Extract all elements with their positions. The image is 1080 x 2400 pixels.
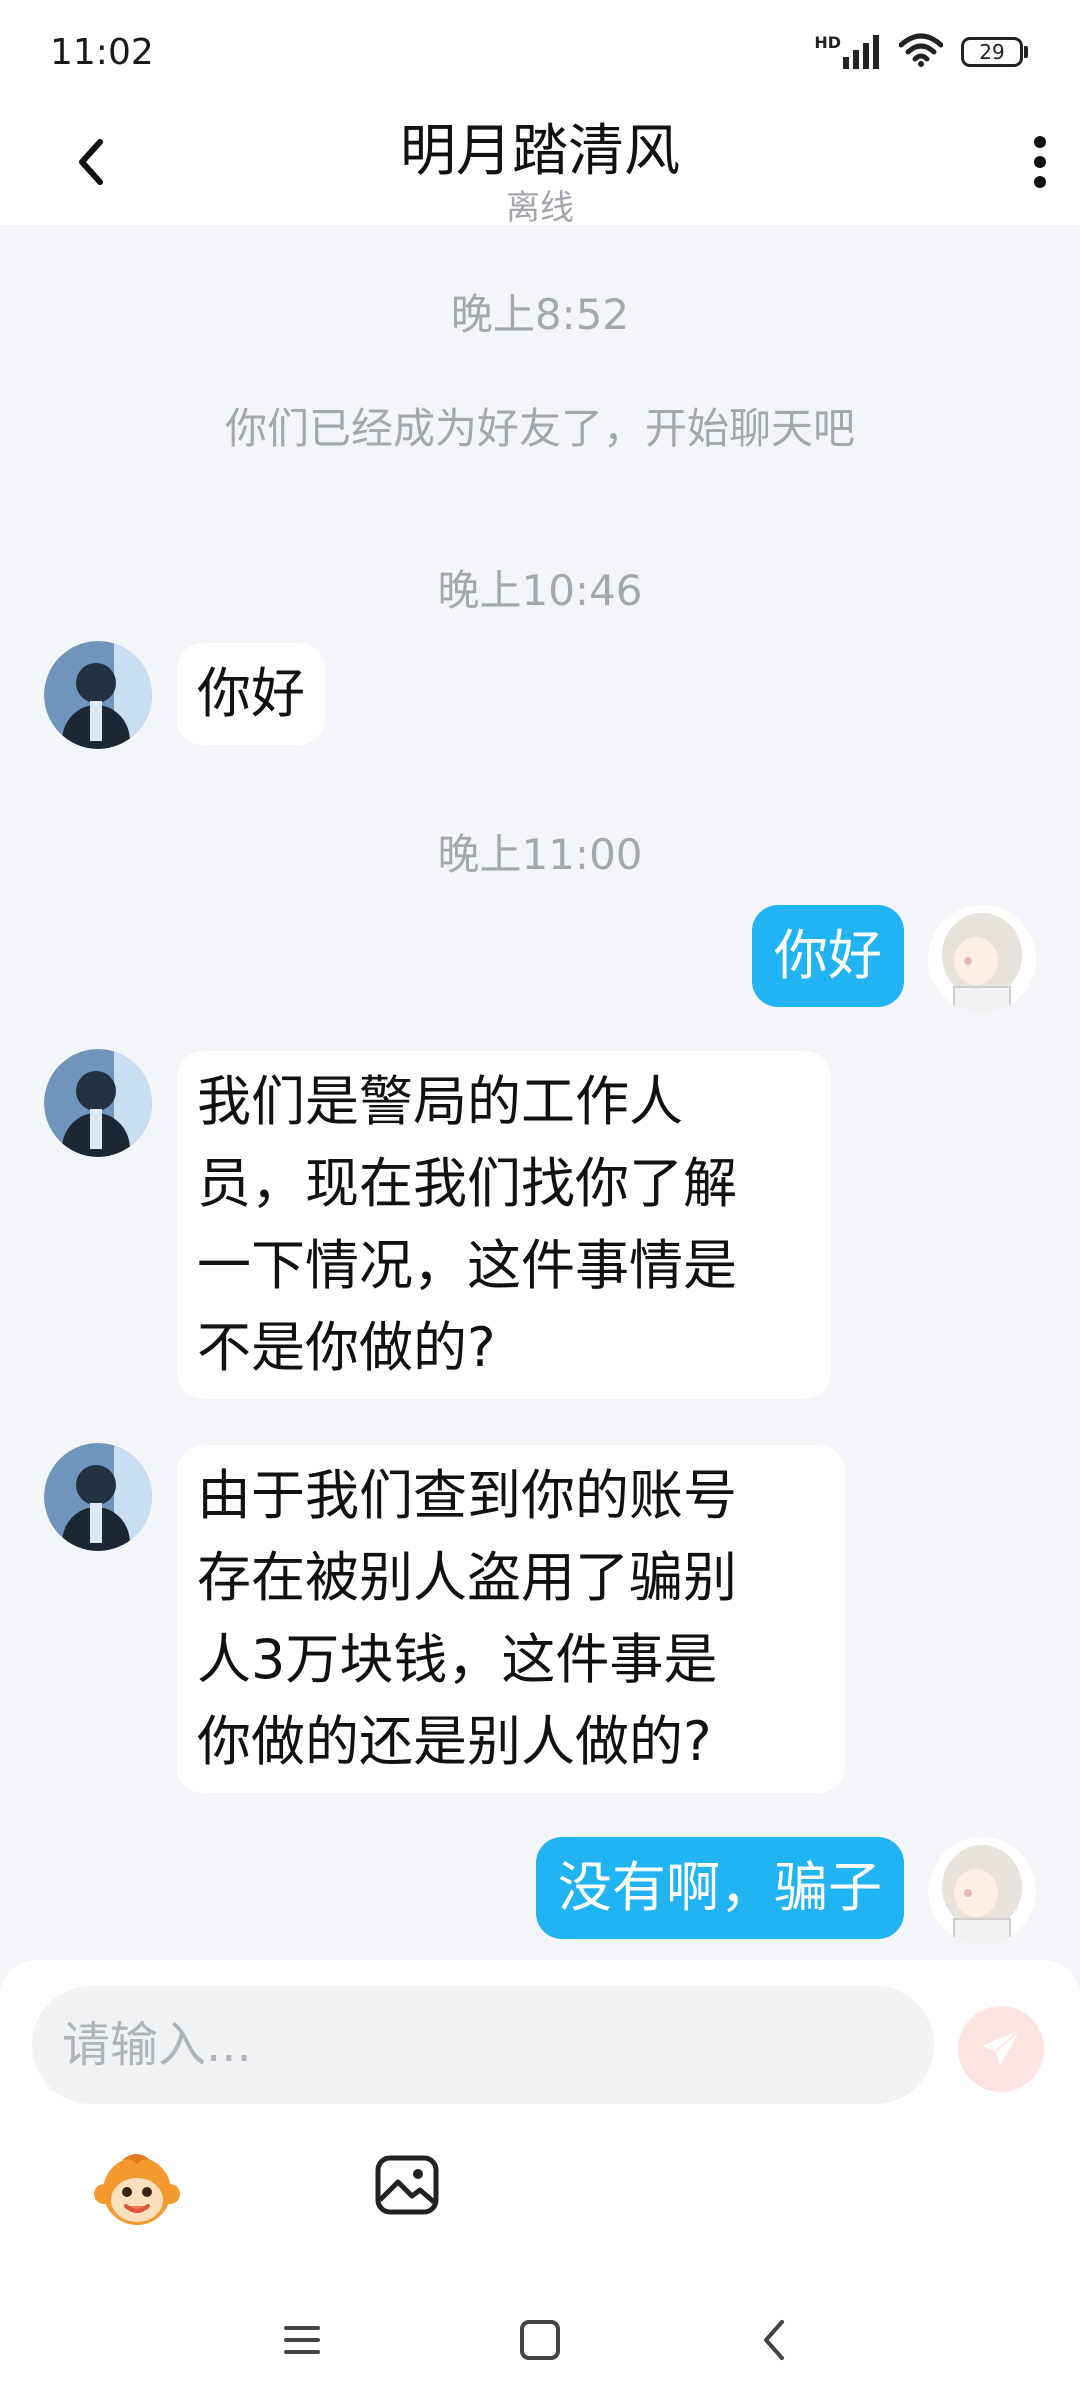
more-button[interactable] xyxy=(1000,122,1080,202)
contact-status: 离线 xyxy=(506,188,574,228)
message-bubble-incoming[interactable]: 你好 xyxy=(177,643,325,745)
nav-home-button[interactable] xyxy=(510,2310,570,2370)
timestamp: 晚上10:46 xyxy=(437,566,643,615)
message-line: 人3万块钱，这件事是 xyxy=(197,1628,718,1691)
message-bubble-incoming[interactable]: 由于我们查到你的账号 存在被别人盗用了骗别 人3万块钱，这件事是 你做的还是别人… xyxy=(177,1445,845,1793)
message-line: 员，现在我们找你了解 xyxy=(197,1152,737,1215)
contact-name: 明月踏清风 xyxy=(400,119,680,184)
more-vertical-icon xyxy=(1034,136,1046,188)
signal-icon: HD xyxy=(814,35,881,69)
status-icons: HD 29 xyxy=(814,30,1028,74)
emoji-monkey-icon xyxy=(94,2154,180,2225)
battery-level: 29 xyxy=(979,40,1005,64)
send-icon xyxy=(982,2029,1021,2066)
message-line: 我们是警局的工作人 xyxy=(197,1070,683,1133)
message-line: 由于我们查到你的账号 xyxy=(197,1464,737,1527)
message-line: 不是你做的? xyxy=(197,1316,496,1379)
chat-header: 明月踏清风 离线 xyxy=(0,100,1080,228)
message-line: 一下情况，这件事情是 xyxy=(197,1234,737,1297)
image-button[interactable] xyxy=(372,2150,442,2220)
user-avatar[interactable] xyxy=(928,905,1036,1013)
image-icon xyxy=(375,2155,439,2215)
wifi-icon xyxy=(898,33,944,71)
message-input[interactable] xyxy=(32,1986,934,2104)
message-bubble-outgoing[interactable]: 没有啊，骗子 xyxy=(536,1837,904,1939)
nav-back-button[interactable] xyxy=(746,2310,806,2370)
message-list[interactable]: 晚上8:52 你们已经成为好友了，开始聊天吧 晚上10:46 你好 晚上11:0… xyxy=(0,225,1080,1960)
system-message: 你们已经成为好友了，开始聊天吧 xyxy=(224,404,855,453)
menu-icon xyxy=(284,2326,320,2354)
status-time: 11:02 xyxy=(50,32,154,73)
send-button[interactable] xyxy=(958,2006,1044,2092)
timestamp: 晚上8:52 xyxy=(450,290,630,339)
status-bar: 11:02 HD 29 xyxy=(0,0,1080,100)
emoji-button[interactable] xyxy=(92,2146,182,2236)
message-line: 你做的还是别人做的? xyxy=(197,1710,712,1773)
timestamp: 晚上11:00 xyxy=(437,830,643,879)
nav-menu-button[interactable] xyxy=(272,2310,332,2370)
message-bubble-outgoing[interactable]: 你好 xyxy=(752,905,904,1007)
system-nav-bar xyxy=(0,2280,1080,2400)
network-label: HD xyxy=(814,33,841,52)
home-square-icon xyxy=(520,2320,560,2360)
contact-avatar[interactable] xyxy=(44,1443,152,1551)
contact-avatar[interactable] xyxy=(44,641,152,749)
battery-icon: 29 xyxy=(961,37,1028,67)
contact-avatar[interactable] xyxy=(44,1049,152,1157)
user-avatar[interactable] xyxy=(928,1837,1036,1945)
message-bubble-incoming[interactable]: 我们是警局的工作人 员，现在我们找你了解 一下情况，这件事情是 不是你做的? xyxy=(177,1051,831,1399)
message-line: 存在被别人盗用了骗别 xyxy=(197,1546,737,1609)
back-icon xyxy=(764,2320,784,2360)
